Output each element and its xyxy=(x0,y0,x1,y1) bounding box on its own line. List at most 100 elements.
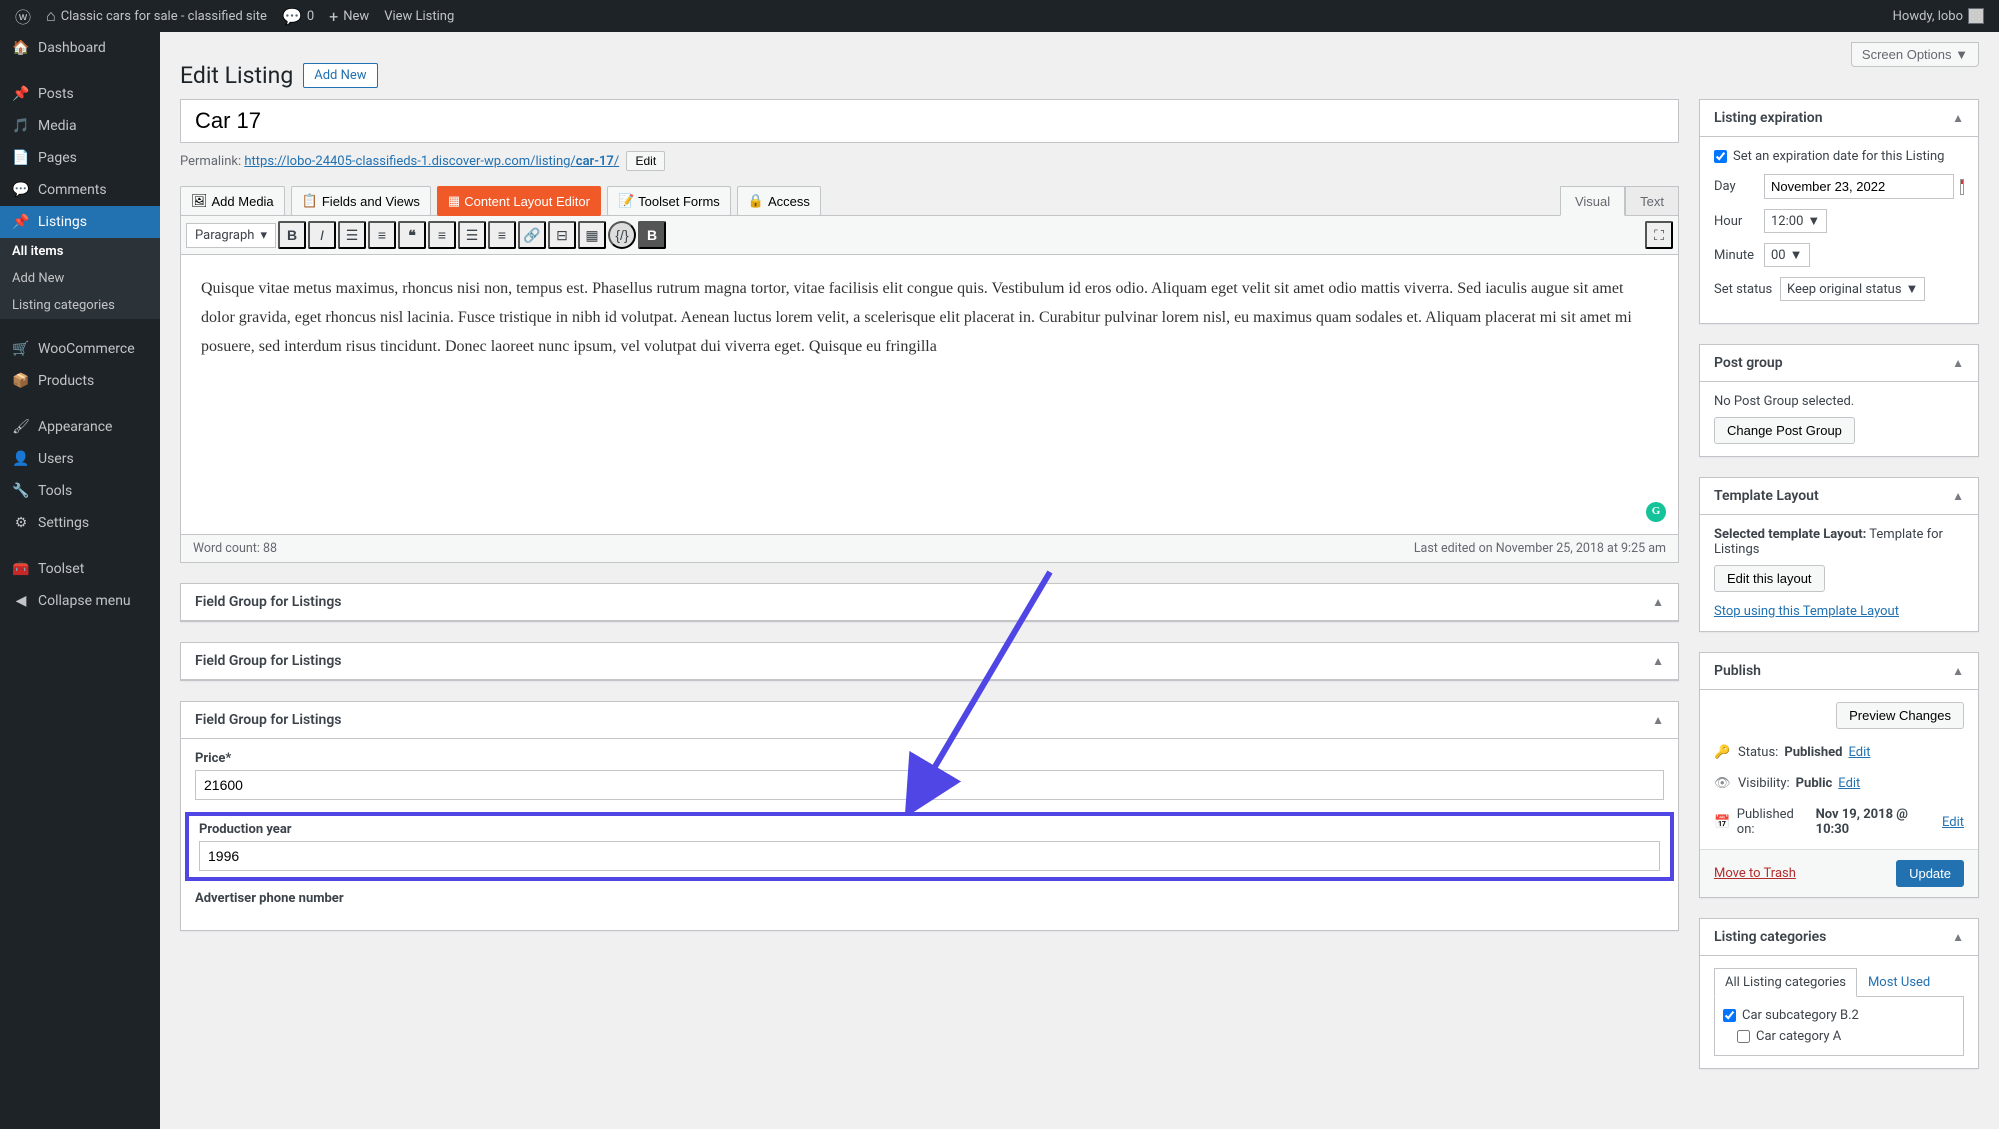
edit-visibility-link[interactable]: Edit xyxy=(1838,776,1860,791)
menu-woocommerce[interactable]: 🛒WooCommerce xyxy=(0,333,160,365)
new-content-link[interactable]: +New xyxy=(329,7,369,26)
fields-views-button[interactable]: 📋Fields and Views xyxy=(291,186,431,216)
submenu-add-new[interactable]: Add New xyxy=(0,265,160,292)
menu-comments[interactable]: 💬Comments xyxy=(0,174,160,206)
preview-changes-button[interactable]: Preview Changes xyxy=(1836,702,1964,729)
content-layout-editor-button[interactable]: ▦Content Layout Editor xyxy=(437,186,601,216)
comments-link[interactable]: 💬0 xyxy=(282,7,314,26)
edit-layout-button[interactable]: Edit this layout xyxy=(1714,565,1825,592)
add-media-button[interactable]: 🖼Add Media xyxy=(180,186,285,216)
menu-media[interactable]: 🎵Media xyxy=(0,110,160,142)
layout-icon: ▦ xyxy=(448,193,460,209)
all-categories-tab[interactable]: All Listing categories xyxy=(1714,968,1857,997)
collapse-toggle-icon[interactable]: ▲ xyxy=(1652,713,1664,727)
expiration-checkbox[interactable] xyxy=(1714,150,1727,163)
selected-template-label: Selected template Layout: xyxy=(1714,527,1866,542)
number-list-button[interactable]: ≡ xyxy=(368,221,396,249)
hour-select[interactable]: 12:00▼ xyxy=(1764,209,1827,233)
calendar-icon: 📅 xyxy=(1714,815,1731,830)
day-input[interactable] xyxy=(1764,174,1954,199)
toolbar-toggle-button[interactable]: ▦ xyxy=(578,221,606,249)
field-group-3: Field Group for Listings▲ Price* Product… xyxy=(180,701,1679,931)
change-post-group-button[interactable]: Change Post Group xyxy=(1714,417,1855,444)
visual-tab[interactable]: Visual xyxy=(1560,186,1625,216)
collapse-toggle-icon[interactable]: ▲ xyxy=(1952,930,1964,944)
submenu-all-items[interactable]: All items xyxy=(0,238,160,265)
menu-users[interactable]: 👤Users xyxy=(0,443,160,475)
format-select[interactable]: Paragraph▾ xyxy=(186,223,276,248)
menu-appearance[interactable]: 🖌Appearance xyxy=(0,411,160,443)
collapse-toggle-icon[interactable]: ▲ xyxy=(1652,654,1664,668)
stop-template-link[interactable]: Stop using this Template Layout xyxy=(1714,604,1899,619)
blockquote-button[interactable]: ❝ xyxy=(398,221,426,249)
category-checkbox[interactable] xyxy=(1723,1009,1736,1022)
listing-categories-box: Listing categories▲ All Listing categori… xyxy=(1699,918,1979,1069)
bullet-list-button[interactable]: ☰ xyxy=(338,221,366,249)
minute-select[interactable]: 00▼ xyxy=(1764,243,1810,267)
page-title: Edit Listing xyxy=(180,62,293,89)
screen-options-toggle[interactable]: Screen Options ▼ xyxy=(1851,42,1979,67)
menu-posts[interactable]: 📌Posts xyxy=(0,78,160,110)
menu-collapse[interactable]: ◀Collapse menu xyxy=(0,585,160,617)
update-button[interactable]: Update xyxy=(1896,860,1964,887)
site-name-link[interactable]: ⌂Classic cars for sale - classified site xyxy=(46,6,267,26)
status-select[interactable]: Keep original status▼ xyxy=(1780,277,1925,301)
text-tab[interactable]: Text xyxy=(1625,186,1679,216)
add-new-button[interactable]: Add New xyxy=(303,63,377,88)
expiration-checkbox-label: Set an expiration date for this Listing xyxy=(1733,149,1944,164)
menu-products[interactable]: 📦Products xyxy=(0,365,160,397)
italic-button[interactable]: I xyxy=(308,221,336,249)
edit-published-link[interactable]: Edit xyxy=(1942,815,1964,830)
bold-button[interactable]: B xyxy=(278,221,306,249)
hour-label: Hour xyxy=(1714,214,1758,229)
key-icon: 🔑 xyxy=(1714,745,1732,760)
menu-toolset[interactable]: 🧰Toolset xyxy=(0,553,160,585)
collapse-toggle-icon[interactable]: ▲ xyxy=(1952,664,1964,678)
menu-pages[interactable]: 📄Pages xyxy=(0,142,160,174)
access-button[interactable]: 🔒Access xyxy=(737,186,821,216)
align-right-button[interactable]: ≡ xyxy=(488,221,516,249)
category-checkbox[interactable] xyxy=(1737,1030,1750,1043)
bootstrap-button[interactable]: B xyxy=(638,221,666,249)
admin-sidebar: 🏠Dashboard 📌Posts 🎵Media 📄Pages 💬Comment… xyxy=(0,32,160,1129)
category-list[interactable]: Car subcategory B.2 Car category A xyxy=(1714,997,1964,1056)
fullscreen-button[interactable]: ⛶ xyxy=(1645,221,1673,249)
menu-dashboard[interactable]: 🏠Dashboard xyxy=(0,32,160,64)
minute-label: Minute xyxy=(1714,248,1758,263)
editor-footer: Word count: 88 Last edited on November 2… xyxy=(180,535,1679,563)
submenu-listing-categories[interactable]: Listing categories xyxy=(0,292,160,319)
grammarly-icon[interactable]: G xyxy=(1646,502,1666,522)
menu-settings[interactable]: ⚙Settings xyxy=(0,507,160,539)
link-button[interactable]: 🔗 xyxy=(518,221,546,249)
editor-content-area[interactable]: Quisque vitae metus maximus, rhoncus nis… xyxy=(180,255,1679,535)
permalink-link[interactable]: https://lobo-24405-classifieds-1.discove… xyxy=(244,154,619,169)
collapse-toggle-icon[interactable]: ▲ xyxy=(1952,356,1964,370)
word-count: Word count: 88 xyxy=(193,541,277,556)
menu-tools[interactable]: 🔧Tools xyxy=(0,475,160,507)
shortcode-button[interactable]: {/} xyxy=(608,221,636,249)
most-used-tab[interactable]: Most Used xyxy=(1857,968,1941,997)
collapse-toggle-icon[interactable]: ▲ xyxy=(1952,111,1964,125)
permalink-edit-button[interactable]: Edit xyxy=(626,151,665,171)
move-to-trash-link[interactable]: Move to Trash xyxy=(1714,866,1796,881)
post-title-input[interactable] xyxy=(180,99,1679,143)
toolset-forms-button[interactable]: 📝Toolset Forms xyxy=(607,186,731,216)
visibility-label: Visibility: xyxy=(1738,776,1790,791)
howdy-link[interactable]: Howdy, lobo xyxy=(1893,8,1984,24)
wp-logo[interactable]: ⓦ xyxy=(15,4,31,28)
collapse-toggle-icon[interactable]: ▲ xyxy=(1952,489,1964,503)
year-input[interactable] xyxy=(199,841,1660,871)
collapse-toggle-icon[interactable]: ▲ xyxy=(1652,595,1664,609)
menu-listings[interactable]: 📌Listings xyxy=(0,206,160,238)
fields-icon: 📋 xyxy=(302,193,318,209)
align-center-button[interactable]: ☰ xyxy=(458,221,486,249)
view-listing-link[interactable]: View Listing xyxy=(384,9,454,24)
listing-expiration-box: Listing expiration ▲ Set an expiration da… xyxy=(1699,99,1979,324)
price-input[interactable] xyxy=(195,770,1664,800)
readmore-button[interactable]: ⊟ xyxy=(548,221,576,249)
align-left-button[interactable]: ≡ xyxy=(428,221,456,249)
calendar-icon[interactable] xyxy=(1960,179,1964,195)
edit-status-link[interactable]: Edit xyxy=(1848,745,1870,760)
expiration-title: Listing expiration xyxy=(1714,110,1823,126)
last-edited: Last edited on November 25, 2018 at 9:25… xyxy=(1414,541,1666,556)
